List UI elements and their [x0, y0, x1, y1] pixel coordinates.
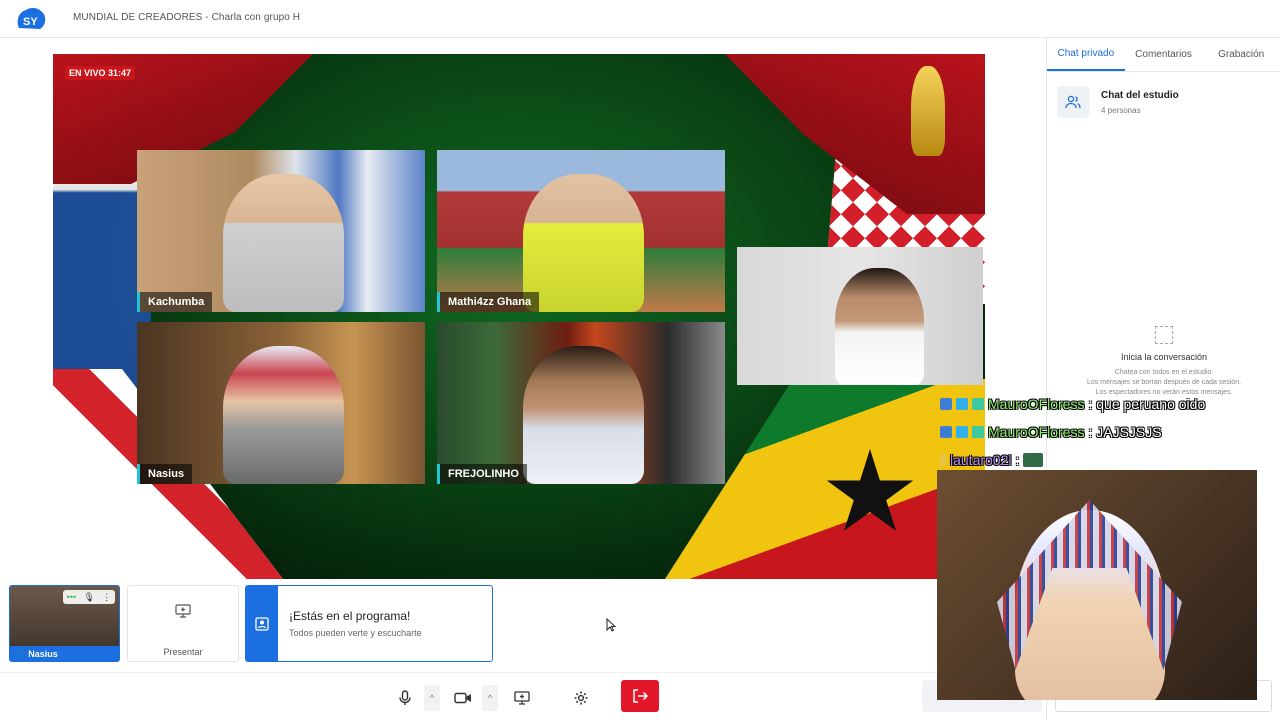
group-icon	[1057, 86, 1089, 118]
audio-level-icon: •••	[66, 592, 77, 602]
camera-options-button[interactable]: ^	[482, 685, 498, 711]
badge-icon	[972, 398, 984, 410]
on-air-notice: ¡Estás en el programa! Todos pueden vert…	[245, 585, 493, 662]
participant-video	[223, 346, 345, 484]
badge-icon	[940, 454, 946, 466]
empty-chat-line: Chatea con todos en el estudio.	[1114, 369, 1214, 376]
overlay-text: :	[1015, 452, 1020, 468]
share-screen-button[interactable]	[509, 685, 535, 711]
participant-video	[835, 267, 924, 385]
mic-button[interactable]	[392, 685, 418, 711]
participant-tile[interactable]: Nasius	[137, 322, 425, 484]
mouse-cursor-icon	[606, 618, 616, 632]
more-icon[interactable]: ⋮	[102, 592, 111, 603]
participant-tile[interactable]: FREJOLINHO	[437, 322, 725, 484]
overlay-username: MauroOFloress	[988, 396, 1085, 412]
empty-chat-line: Los mensajes se borran después de cada s…	[1086, 379, 1242, 386]
participant-video	[223, 174, 345, 312]
camera-icon	[454, 692, 471, 704]
empty-chat-title: Inicia la conversación	[1120, 352, 1208, 362]
gear-icon	[574, 691, 588, 705]
user-icon: 👤	[14, 648, 26, 658]
leave-studio-button[interactable]	[621, 680, 659, 712]
participant-name: Nasius	[137, 464, 193, 484]
chevron-up-icon: ^	[429, 693, 435, 703]
stream-chat-overlay: MauroOFloress : que peruano oido MauroOF…	[940, 390, 1270, 474]
self-name: Nasius	[28, 648, 58, 659]
empty-chat-icon	[1155, 326, 1173, 344]
empty-chat-state: Inicia la conversación Chatea con todos …	[1047, 326, 1280, 398]
tab-recording[interactable]: Grabación	[1202, 38, 1280, 71]
chevron-up-icon: ^	[487, 693, 493, 703]
studio-chat-count: 4 personas	[1101, 105, 1141, 115]
self-preview[interactable]: ••• 🎙 ⋮ 👤 Nasius	[9, 585, 120, 662]
leave-icon	[633, 689, 648, 703]
present-icon	[175, 604, 191, 618]
mic-icon	[399, 690, 411, 705]
backstage-strip: ••• 🎙 ⋮ 👤 Nasius Presentar ¡Estás en el …	[0, 584, 1046, 664]
overlay-username: lautaro02l	[950, 452, 1012, 468]
present-button[interactable]: Presentar	[127, 585, 239, 662]
badge-icon	[255, 616, 269, 631]
emote-icon	[1023, 453, 1044, 467]
control-bar: ^ ^	[0, 672, 1046, 720]
trophy-icon	[911, 66, 945, 156]
tab-private-chat[interactable]: Chat privado	[1047, 38, 1125, 71]
settings-button[interactable]	[568, 685, 594, 711]
preview-controls: ••• 🎙 ⋮	[63, 590, 115, 604]
overlay-username: MauroOFloress	[988, 424, 1085, 440]
participant-video	[523, 174, 645, 312]
participant-name: FREJOLINHO	[437, 464, 527, 484]
mic-icon[interactable]: 🎙	[83, 592, 94, 603]
badge-icon	[940, 426, 952, 438]
panel-tabs: Chat privado Comentarios Grabación	[1047, 38, 1280, 72]
badge-icon	[956, 426, 968, 438]
studio-chat-item[interactable]: Chat del estudio 4 personas	[1057, 82, 1272, 122]
participant-tile[interactable]: Kachumba	[137, 150, 425, 312]
participant-name: Kachumba	[137, 292, 213, 312]
overlay-message: MauroOFloress : JAJSJSJS	[940, 418, 1270, 446]
on-air-title: ¡Estás en el programa!	[289, 609, 411, 623]
self-name-bar: 👤 Nasius	[10, 646, 119, 661]
participant-name: Mathi4zz Ghana	[437, 292, 540, 312]
live-badge: EN VIVO 31:47	[65, 66, 136, 80]
camera-button[interactable]	[450, 685, 476, 711]
badge-icon	[940, 398, 952, 410]
svg-text:SY: SY	[23, 16, 38, 28]
broadcast-stage: EN VIVO 31:47 Kachumba Mathi4zz Ghana Na…	[53, 54, 985, 579]
badge-icon	[972, 426, 984, 438]
streamer-webcam-overlay	[937, 470, 1257, 700]
streamyard-logo[interactable]: SY	[14, 6, 48, 32]
share-screen-icon	[514, 691, 530, 705]
participant-tile[interactable]: Mathi4zz Ghana	[437, 150, 725, 312]
on-air-side	[246, 586, 278, 661]
page-title: MUNDIAL DE CREADORES - Charla con grupo …	[73, 12, 301, 23]
present-label: Presentar	[163, 647, 203, 657]
participant-video	[523, 346, 645, 484]
participant-tile[interactable]	[737, 247, 983, 385]
badge-icon	[956, 398, 968, 410]
on-air-subtitle: Todos pueden verte y escucharte	[289, 628, 422, 638]
tab-comments[interactable]: Comentarios	[1125, 38, 1203, 71]
overlay-message: MauroOFloress : que peruano oido	[940, 390, 1270, 418]
overlay-text: : que peruano oido	[1088, 396, 1206, 412]
top-bar: SY MUNDIAL DE CREADORES - Charla con gru…	[0, 0, 1280, 38]
overlay-text: : JAJSJSJS	[1088, 424, 1162, 440]
mic-options-button[interactable]: ^	[424, 685, 440, 711]
studio-chat-name: Chat del estudio	[1101, 89, 1179, 101]
